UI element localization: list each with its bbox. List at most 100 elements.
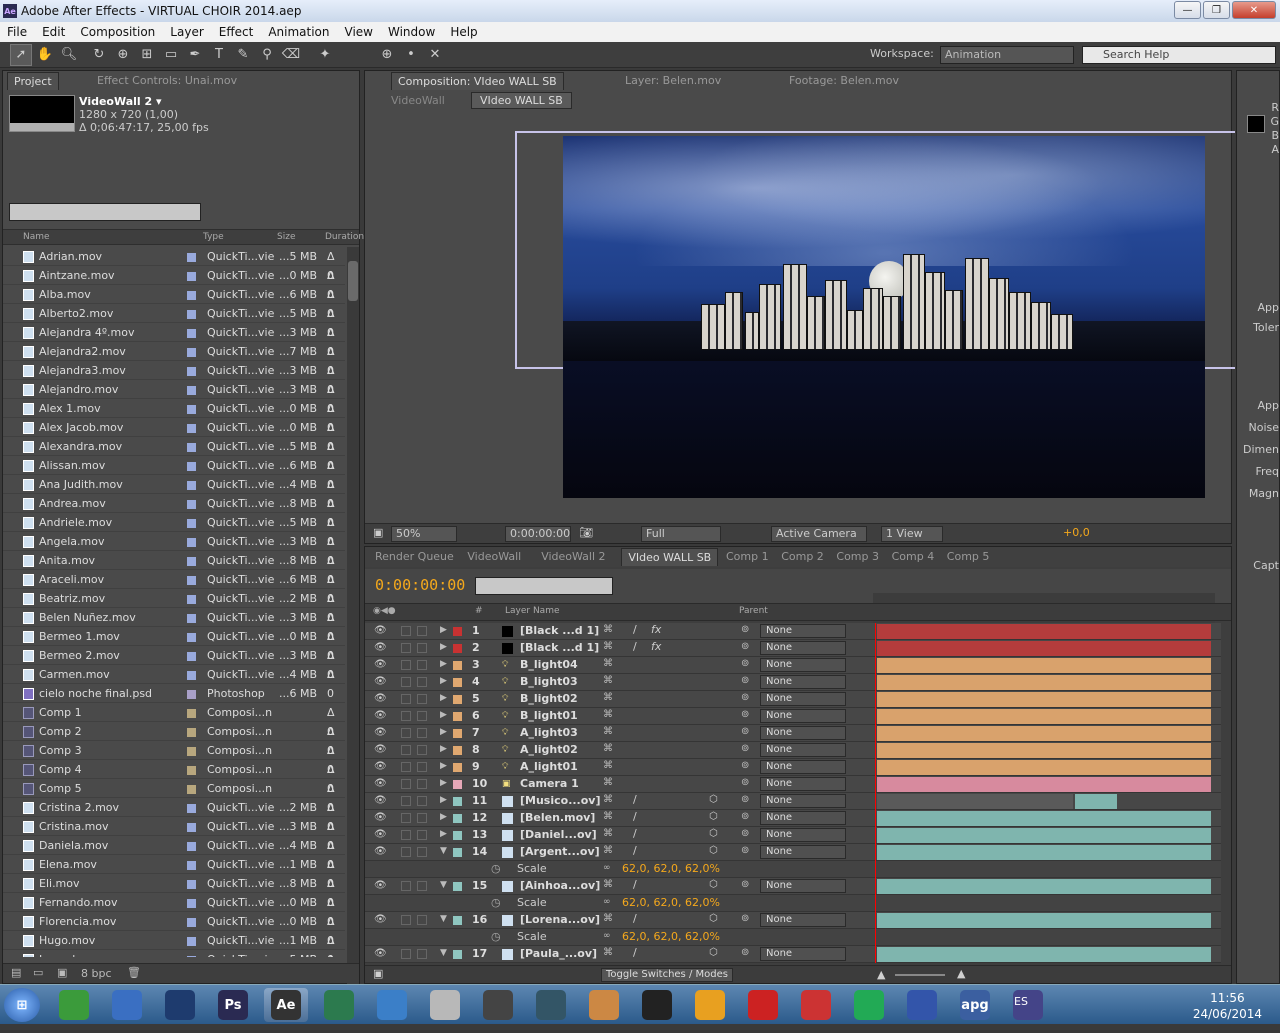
bpc-label[interactable]: 8 bpc [81, 967, 112, 980]
quality-switch-icon[interactable]: / [633, 810, 637, 823]
lock-switch[interactable] [417, 745, 427, 755]
project-item[interactable]: Andriele.mov QuickTi...vie ...5 MB Δ 0 [3, 513, 345, 548]
solo-switch[interactable] [401, 949, 411, 959]
parent-select[interactable]: None [760, 726, 846, 740]
interpret-footage-icon[interactable]: ▤ [11, 966, 21, 979]
tab-project[interactable]: Project [7, 72, 59, 90]
taskbar-app-icon[interactable]: Ae [264, 988, 308, 1022]
close-button[interactable]: ✕ [1232, 1, 1276, 19]
taskbar-app-icon[interactable] [582, 988, 626, 1022]
tab-composition[interactable]: Composition: VIdeo WALL SB [391, 72, 564, 90]
solo-switch[interactable] [401, 711, 411, 721]
project-item[interactable]: Angela.mov QuickTi...vie ...3 MB Δ 0 [3, 532, 345, 567]
layer-duration-bar[interactable] [877, 760, 1211, 775]
layer-label-color[interactable] [453, 712, 462, 721]
zoom-in-icon[interactable]: ▲ [957, 967, 965, 980]
eye-icon[interactable]: 👁︎ [374, 744, 387, 755]
taskbar-app-icon[interactable]: Ps [211, 988, 255, 1022]
pick-whip-icon[interactable]: ⊚ [741, 947, 749, 958]
layer-label-color[interactable] [453, 763, 462, 772]
project-item[interactable]: Comp 1 Composi...n Δ 0 [3, 703, 345, 738]
menu-window[interactable]: Window [381, 25, 443, 39]
constrain-proportions-icon[interactable]: ∞ [603, 897, 611, 907]
rectangle-tool-icon[interactable]: ▭ [160, 44, 182, 66]
taskbar-app-icon[interactable] [317, 988, 361, 1022]
quality-switch-icon[interactable]: / [633, 946, 637, 959]
layer-label-color[interactable] [453, 950, 462, 959]
label-color-swatch[interactable] [187, 424, 196, 433]
project-item[interactable]: Comp 3 Composi...n Δ 0 [3, 741, 345, 776]
zoom-tool-icon[interactable]: 🔍︎ [58, 44, 80, 66]
lock-switch[interactable] [417, 847, 427, 857]
col-parent[interactable]: Parent [739, 606, 768, 616]
layer-label-color[interactable] [453, 831, 462, 840]
project-item[interactable]: Comp 2 Composi...n Δ 0 [3, 722, 345, 757]
layer-name[interactable]: [Daniel...ov] [520, 828, 597, 841]
zoom-out-icon[interactable]: ▲ [877, 968, 885, 981]
project-item[interactable]: Carmen.mov QuickTi...vie ...4 MB Δ 0 [3, 665, 345, 700]
layer-name[interactable]: A_light01 [520, 760, 578, 773]
project-item[interactable]: Ana Judith.mov QuickTi...vie ...4 MB Δ 0 [3, 475, 345, 510]
expand-triangle-icon[interactable]: ▶ [440, 693, 447, 703]
label-color-swatch[interactable] [187, 861, 196, 870]
quality-switch-icon[interactable]: / [633, 623, 637, 636]
solo-switch[interactable] [401, 762, 411, 772]
taskbar-app-icon[interactable] [476, 988, 520, 1022]
lock-switch[interactable] [417, 779, 427, 789]
project-scrollbar[interactable] [347, 247, 359, 1033]
project-item[interactable]: Beatriz.mov QuickTi...vie ...2 MB Δ 0 [3, 589, 345, 624]
layer-duration-bar[interactable] [877, 913, 1211, 928]
quality-switch-icon[interactable]: / [633, 827, 637, 840]
layer-label-color[interactable] [453, 814, 462, 823]
layer-label-color[interactable] [453, 797, 462, 806]
solo-switch[interactable] [401, 830, 411, 840]
timeline-timecode[interactable]: 0:00:00:00 [375, 576, 465, 594]
shy-switch-icon[interactable]: ⌘ [603, 879, 613, 890]
layer-duration-bar[interactable] [877, 811, 1211, 826]
layer-name[interactable]: [Musico...ov] [520, 794, 601, 807]
eye-icon[interactable]: 👁︎ [374, 778, 387, 789]
label-color-swatch[interactable] [187, 405, 196, 414]
layer-row[interactable]: 👁︎ ▶ 8 💡︎ A_light02 ⌘ ⊚ None [365, 742, 1221, 759]
project-item[interactable]: Florencia.mov QuickTi...vie ...0 MB Δ 0 [3, 912, 345, 947]
layer-duration-bar[interactable] [877, 641, 1211, 656]
solo-switch[interactable] [401, 847, 411, 857]
layer-name[interactable]: [Lorena...ov] [520, 913, 600, 926]
project-item[interactable]: Eli.mov QuickTi...vie ...8 MB Δ 0 [3, 874, 345, 909]
3d-layer-cube-icon[interactable]: ⬡ [709, 947, 718, 958]
layer-name[interactable]: Camera 1 [520, 777, 579, 790]
shy-switch-icon[interactable]: ⌘ [603, 709, 613, 720]
layer-name[interactable]: [Black ...d 1] [520, 624, 599, 637]
layer-label-color[interactable] [453, 644, 462, 653]
parent-select[interactable]: None [760, 743, 846, 757]
label-color-swatch[interactable] [187, 690, 196, 699]
layer-row[interactable]: 👁︎ ▶ 4 💡︎ B_light03 ⌘ ⊚ None [365, 674, 1221, 691]
label-color-swatch[interactable] [187, 462, 196, 471]
pick-whip-icon[interactable]: ⊚ [741, 743, 749, 754]
label-color-swatch[interactable] [187, 671, 196, 680]
label-color-swatch[interactable] [187, 880, 196, 889]
parent-select[interactable]: None [760, 675, 846, 689]
layer-row[interactable]: 👁︎ ▶ 7 💡︎ A_light03 ⌘ ⊚ None [365, 725, 1221, 742]
magnification-select[interactable]: 50% [391, 526, 457, 542]
layer-name[interactable]: A_light02 [520, 743, 578, 756]
quality-switch-icon[interactable]: / [633, 912, 637, 925]
lock-switch[interactable] [417, 915, 427, 925]
collapse-triangle-icon[interactable]: ▼ [440, 880, 447, 890]
project-item[interactable]: Fernando.mov QuickTi...vie ...0 MB Δ 0 [3, 893, 345, 928]
project-item[interactable]: Alissan.mov QuickTi...vie ...6 MB Δ 0 [3, 456, 345, 491]
expand-triangle-icon[interactable]: ▶ [440, 812, 447, 822]
project-item[interactable]: Alexandra.mov QuickTi...vie ...5 MB Δ 0 [3, 437, 345, 472]
expand-triangle-icon[interactable]: ▶ [440, 727, 447, 737]
resolution-select[interactable]: Full [641, 526, 721, 542]
hand-tool-icon[interactable]: ✋ [34, 44, 56, 66]
project-item[interactable]: Andrea.mov QuickTi...vie ...8 MB Δ 0 [3, 494, 345, 529]
solo-switch[interactable] [401, 694, 411, 704]
breadcrumb-active-comp[interactable]: VIdeo WALL SB [471, 92, 572, 109]
solo-switch[interactable] [401, 660, 411, 670]
parent-select[interactable]: None [760, 777, 846, 791]
solo-switch[interactable] [401, 677, 411, 687]
layer-duration-bar[interactable] [877, 709, 1211, 724]
menu-effect[interactable]: Effect [212, 25, 262, 39]
eye-icon[interactable]: 👁︎ [374, 642, 387, 653]
